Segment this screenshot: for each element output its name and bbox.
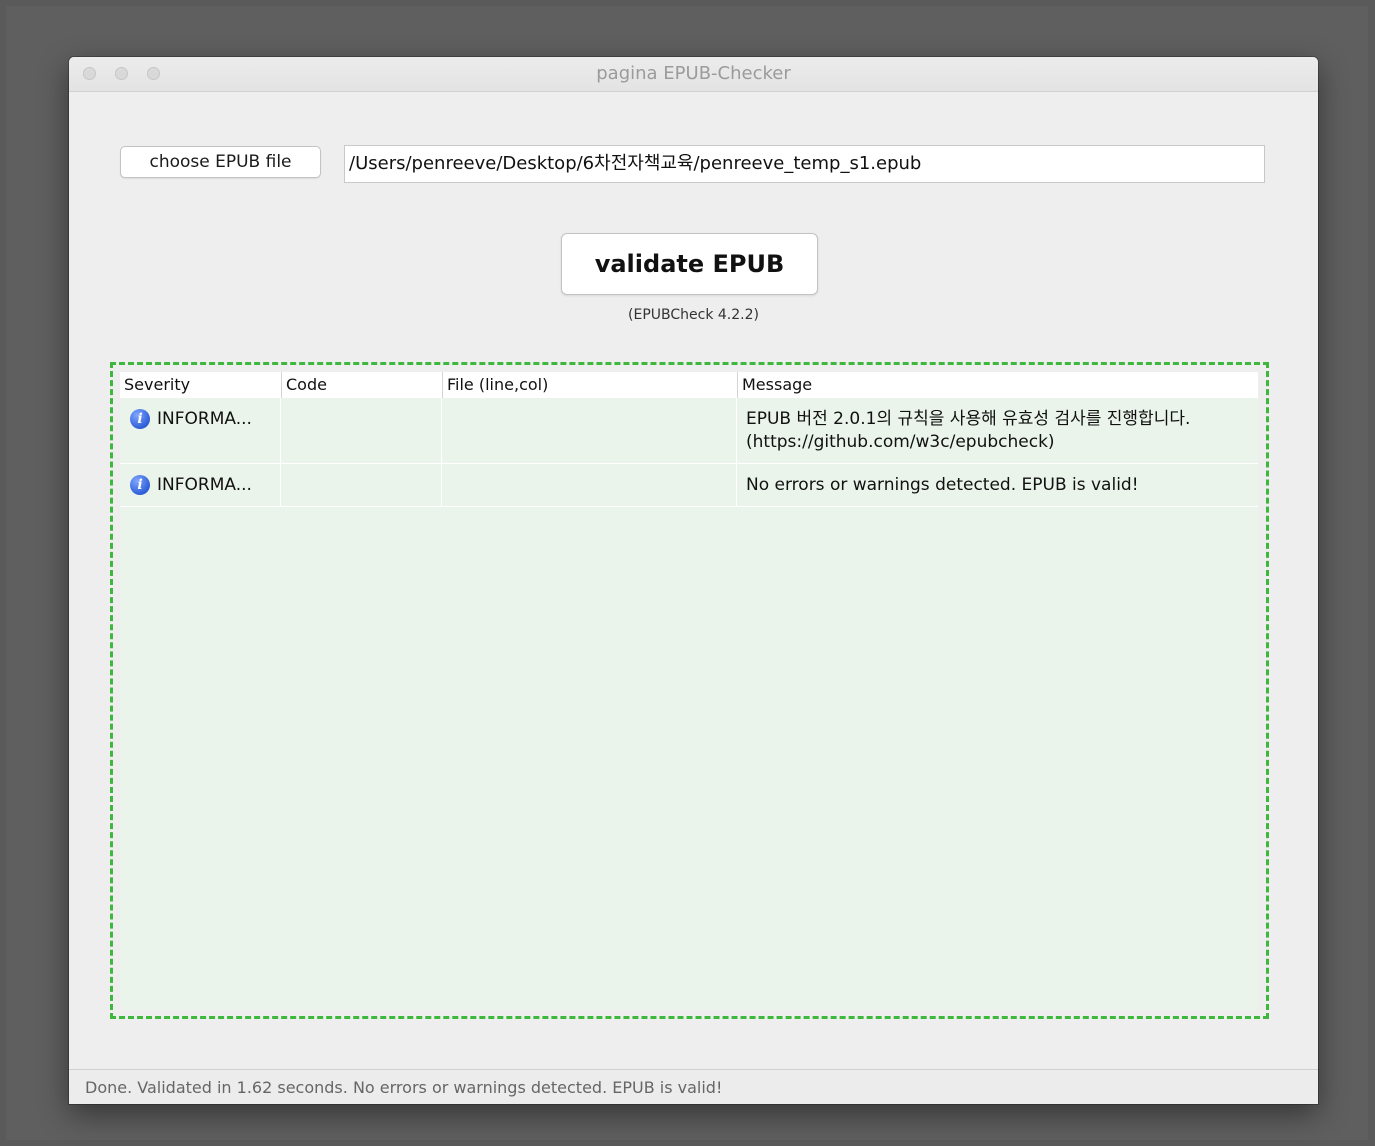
- results-table[interactable]: Severity Code File (line,col) Message i …: [120, 372, 1258, 1010]
- severity-text: INFORMA...: [157, 409, 252, 429]
- validate-epub-button[interactable]: validate EPUB: [561, 233, 818, 295]
- choose-epub-file-button[interactable]: choose EPUB file: [120, 146, 321, 178]
- info-icon: i: [130, 475, 150, 495]
- file-cell: [442, 464, 737, 506]
- info-icon: i: [130, 409, 150, 429]
- app-window: pagina EPUB-Checker choose EPUB file /Us…: [69, 57, 1318, 1104]
- column-header-severity[interactable]: Severity: [120, 372, 281, 398]
- message-cell: No errors or warnings detected. EPUB is …: [737, 464, 1258, 506]
- code-cell: [281, 398, 442, 463]
- column-header-message[interactable]: Message: [737, 372, 1258, 398]
- epub-path-field[interactable]: /Users/penreeve/Desktop/6차전자책교육/penreeve…: [344, 145, 1265, 183]
- window-title: pagina EPUB-Checker: [596, 63, 791, 84]
- title-bar[interactable]: pagina EPUB-Checker: [69, 57, 1318, 92]
- message-cell: EPUB 버전 2.0.1의 규칙을 사용해 유효성 검사를 진행합니다. (h…: [737, 398, 1258, 463]
- status-bar: Done. Validated in 1.62 seconds. No erro…: [69, 1069, 1318, 1104]
- code-cell: [281, 464, 442, 506]
- table-header: Severity Code File (line,col) Message: [120, 372, 1258, 399]
- message-line: No errors or warnings detected. EPUB is …: [746, 475, 1139, 495]
- message-line: (https://github.com/w3c/epubcheck): [746, 432, 1055, 452]
- message-line: EPUB 버전 2.0.1의 규칙을 사용해 유효성 검사를 진행합니다.: [746, 409, 1191, 429]
- column-header-file[interactable]: File (line,col): [442, 372, 737, 398]
- epubcheck-version-label: (EPUBCheck 4.2.2): [628, 307, 759, 323]
- severity-cell: i INFORMA...: [120, 398, 281, 463]
- table-row[interactable]: i INFORMA... EPUB 버전 2.0.1의 규칙을 사용해 유효성 …: [120, 398, 1258, 464]
- table-row[interactable]: i INFORMA... No errors or warnings detec…: [120, 464, 1258, 507]
- severity-cell: i INFORMA...: [120, 464, 281, 506]
- severity-text: INFORMA...: [157, 475, 252, 495]
- column-header-code[interactable]: Code: [281, 372, 442, 398]
- file-cell: [442, 398, 737, 463]
